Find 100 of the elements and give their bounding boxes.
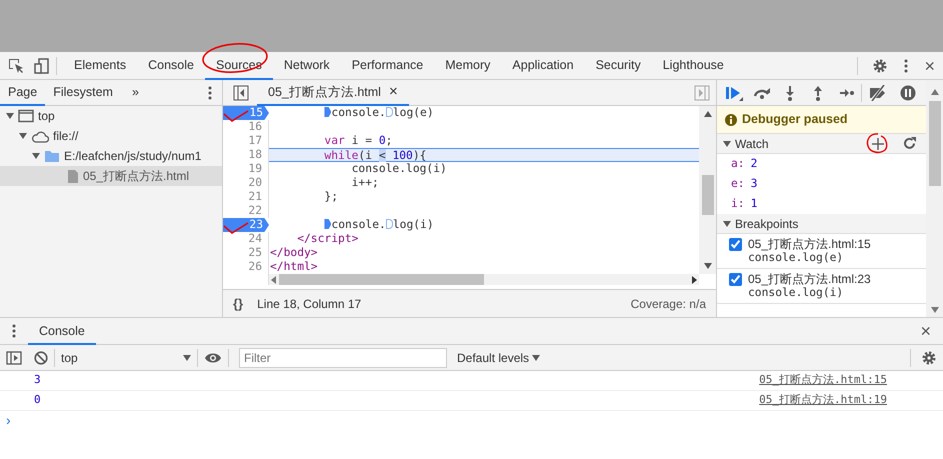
scroll-up-icon[interactable] <box>930 89 938 95</box>
code-line: }; <box>323 190 340 204</box>
panel-tab[interactable]: Memory <box>434 52 502 80</box>
line-number: 24 <box>223 232 269 246</box>
device-toolbar-icon[interactable] <box>34 58 50 74</box>
dropdown-caret-icon <box>183 354 191 360</box>
code-line: </body> <box>269 246 319 260</box>
scroll-down-icon[interactable] <box>930 307 938 313</box>
console-output: 0 <box>34 392 42 408</box>
deactivate-breakpoints-icon[interactable] <box>868 84 888 100</box>
inspect-icon[interactable] <box>8 58 24 74</box>
watch-expression: a: 2 <box>730 156 758 172</box>
tree-item[interactable]: top <box>0 106 222 126</box>
close-button[interactable]: × <box>916 56 943 74</box>
watch-expression: i: 1 <box>730 196 758 212</box>
file-icon <box>67 168 79 184</box>
frame-icon <box>18 109 34 123</box>
expanded-arrow-icon[interactable] <box>19 132 27 140</box>
line-number: 19 <box>223 162 269 176</box>
console-sidebar-icon[interactable] <box>6 350 22 364</box>
panel-tab[interactable]: Performance <box>340 52 434 80</box>
scrollbar-thumb[interactable] <box>928 101 940 186</box>
expanded-arrow-icon[interactable] <box>6 112 14 120</box>
code-line: i++; <box>350 176 380 190</box>
breakpoint-code: console.log(e) <box>748 251 844 265</box>
scrollbar-thumb[interactable] <box>279 274 484 285</box>
breakpoint-marker[interactable]: 23 <box>223 218 269 232</box>
close-button[interactable]: × <box>912 322 939 340</box>
panel-tab[interactable]: Application <box>501 52 585 80</box>
breakpoint-marker[interactable]: 15 <box>223 106 269 120</box>
step-into-icon[interactable] <box>785 84 795 100</box>
eye-icon[interactable] <box>204 352 222 364</box>
coverage-status: Coverage: n/a <box>630 296 706 312</box>
panel-tab[interactable]: Console <box>137 52 205 80</box>
resume-icon[interactable] <box>725 84 743 100</box>
navigator-tab[interactable]: Page <box>0 80 46 106</box>
info-icon <box>725 114 737 126</box>
clear-console-icon[interactable] <box>34 350 48 364</box>
inline-breakpoint-icon[interactable] <box>324 107 332 117</box>
section-header[interactable]: Breakpoints <box>717 214 926 234</box>
settings-icon[interactable] <box>921 350 937 366</box>
drawer-tab[interactable]: Console <box>28 318 96 344</box>
panel-tab[interactable]: Network <box>272 52 341 80</box>
format-button[interactable]: {} <box>233 297 244 310</box>
line-number: 20 <box>223 176 269 190</box>
breakpoint-code: console.log(i) <box>748 286 844 300</box>
step-out-icon[interactable] <box>813 84 823 100</box>
source-link[interactable]: 05_打断点方法.html:15 <box>759 372 887 389</box>
cursor-position: Line 18, Column 17 <box>257 296 362 312</box>
breakpoint-checkbox[interactable] <box>729 238 742 251</box>
source-link[interactable]: 05_打断点方法.html:19 <box>759 392 887 409</box>
scroll-down-icon[interactable] <box>704 263 712 269</box>
panel-tab[interactable]: Sources <box>204 52 273 80</box>
breakpoint-location[interactable]: 05_打断点方法.html:23 <box>748 272 871 286</box>
refresh-icon[interactable] <box>903 137 916 150</box>
toggle-navigator-icon[interactable] <box>233 84 249 100</box>
breakpoint-checkbox[interactable] <box>729 273 742 286</box>
panel-tab[interactable]: Elements <box>63 52 138 80</box>
console-prompt[interactable]: › <box>0 411 943 429</box>
navigator-tab[interactable]: Filesystem <box>45 80 121 106</box>
pause-on-exceptions-icon[interactable] <box>900 84 916 100</box>
log-levels-dropdown[interactable]: Default levels <box>457 348 540 366</box>
toggle-debugger-icon[interactable] <box>694 84 710 100</box>
context-select[interactable]: top <box>61 348 191 366</box>
line-number: 17 <box>223 134 269 148</box>
tree-item[interactable]: file:// <box>0 126 222 146</box>
more-menu-icon[interactable] <box>904 58 908 72</box>
dropdown-caret-icon <box>532 354 540 360</box>
add-icon[interactable] <box>872 138 884 150</box>
step-icon[interactable] <box>839 88 855 98</box>
scroll-left-icon[interactable] <box>269 276 279 284</box>
filter-field[interactable]: Filter <box>239 348 447 368</box>
line-number: 21 <box>223 190 269 204</box>
more-menu-icon[interactable] <box>208 86 212 100</box>
tree-item[interactable]: 05_打断点方法.html <box>0 166 222 186</box>
code-line: console.log(i) <box>350 162 448 176</box>
step-over-icon[interactable] <box>753 86 771 100</box>
line-number: 26 <box>223 260 269 274</box>
settings-icon[interactable] <box>872 58 888 74</box>
close-tab-button[interactable]: × <box>388 81 398 104</box>
code-line: </script> <box>296 232 360 246</box>
line-number: 16 <box>223 120 269 134</box>
tree-item[interactable]: E:/leafchen/js/study/num1 <box>0 146 222 166</box>
line-number: 25 <box>223 246 269 260</box>
section-header[interactable]: Watch <box>717 134 926 154</box>
more-menu-icon[interactable] <box>12 324 16 338</box>
scrollbar-thumb[interactable] <box>702 175 714 215</box>
breakpoint-location[interactable]: 05_打断点方法.html:15 <box>748 237 871 251</box>
cloud-icon <box>31 130 49 142</box>
scroll-right-icon[interactable] <box>689 276 699 284</box>
console-output: 3 <box>34 372 42 388</box>
paused-banner: Debugger paused <box>717 106 926 134</box>
code-line: console. log(e) <box>269 106 699 120</box>
code-line: console. log(i) <box>269 218 699 232</box>
inline-breakpoint-icon[interactable] <box>324 219 332 229</box>
panel-tab[interactable]: Lighthouse <box>652 52 735 80</box>
scroll-up-icon[interactable] <box>704 111 712 117</box>
more-tabs-button[interactable]: » <box>120 80 150 106</box>
panel-tab[interactable]: Security <box>584 52 652 80</box>
expanded-arrow-icon[interactable] <box>32 152 40 160</box>
